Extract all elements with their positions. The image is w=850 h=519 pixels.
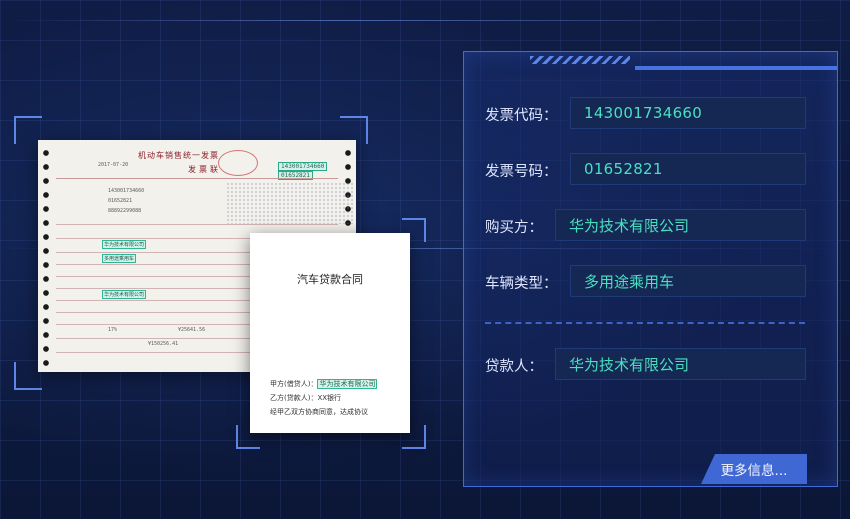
tax-amount: ¥25641.56 <box>178 327 206 333</box>
contract-title: 汽车贷款合同 <box>297 273 363 286</box>
invoice-date: 2017-07-20 <box>98 162 129 168</box>
agreement-line: 经甲乙双方协商同意，达成协议 <box>270 408 368 416</box>
invoice-stamp <box>218 150 258 176</box>
party-b-line: 乙方(贷款人)：XX银行 <box>270 394 342 402</box>
vehicle-type-highlight: 多用途乘用车 <box>102 254 137 263</box>
buyer-label: 购买方： <box>485 220 543 236</box>
invoice-code-field[interactable]: 143001734660 <box>570 97 806 129</box>
party-a-highlight: 华为技术有限公司 <box>317 379 378 389</box>
lender-label: 贷款人： <box>485 359 543 375</box>
invoice-line: 88892299088 <box>108 208 142 214</box>
party-a-label: 甲方(借贷人)： <box>270 380 318 388</box>
invoice-line: 143001734660 <box>108 188 145 194</box>
seller-highlight: 华为技术有限公司 <box>102 290 147 299</box>
invoice-subtitle: 发票联 <box>188 165 221 174</box>
panel-divider <box>485 322 805 324</box>
lender-field[interactable]: 华为技术有限公司 <box>555 348 806 380</box>
panel-top-bar <box>635 66 837 70</box>
scan-line <box>0 20 850 21</box>
buyer-highlight: 华为技术有限公司 <box>102 240 147 249</box>
cipher-area <box>226 182 354 224</box>
vehicle-type-label: 车辆类型： <box>485 276 558 292</box>
divider <box>56 178 338 179</box>
total-amount: ¥150256.41 <box>148 341 179 347</box>
table-row <box>56 224 338 225</box>
party-a-line: 甲方(借贷人)： 华为技术有限公司 <box>270 379 378 389</box>
tax-rate: 17% <box>108 327 118 333</box>
loan-contract-image: 汽车贷款合同 甲方(借贷人)： 华为技术有限公司 乙方(贷款人)：XX银行 经甲乙… <box>250 233 410 433</box>
buyer-field[interactable]: 华为技术有限公司 <box>555 209 806 241</box>
invoice-code-label: 发票代码： <box>485 108 558 124</box>
invoice-number-field[interactable]: 01652821 <box>570 153 806 185</box>
tractor-holes-left <box>42 146 50 366</box>
invoice-title: 机动车销售统一发票 <box>138 151 219 160</box>
more-info-button[interactable]: 更多信息... <box>701 454 807 484</box>
invoice-line: 01652821 <box>108 198 133 204</box>
invoice-code-highlight: 143001734660 <box>278 162 328 171</box>
invoice-number-label: 发票号码： <box>485 164 558 180</box>
vehicle-type-field[interactable]: 多用途乘用车 <box>570 265 806 297</box>
panel-notch-decoration <box>530 56 630 64</box>
